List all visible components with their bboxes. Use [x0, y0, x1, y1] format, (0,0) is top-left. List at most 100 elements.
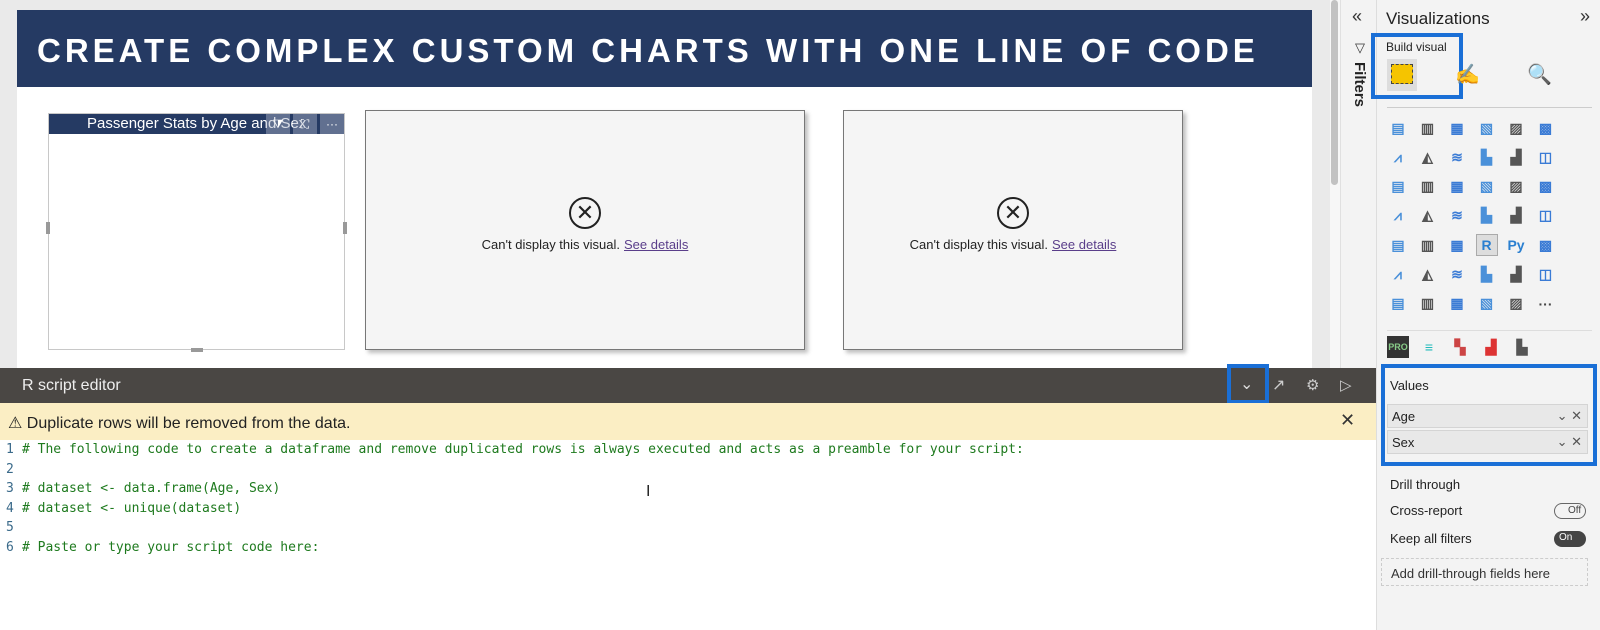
see-details-link[interactable]: See details	[624, 237, 688, 252]
resize-handle[interactable]	[343, 222, 347, 234]
arcgis-icon[interactable]: ▥	[1417, 293, 1439, 315]
r-visual-selected[interactable]: Passenger Stats by Age and Sex ⧩ ⛶ ···	[46, 113, 347, 352]
multi-row-card-icon[interactable]: ▟	[1505, 205, 1527, 227]
chevron-down-remove-icons[interactable]: ⌄ ✕	[1557, 434, 1582, 450]
close-warning-icon[interactable]: ✕	[1340, 410, 1355, 431]
kpi-icon[interactable]: ◫	[1535, 205, 1557, 227]
error-message: Can't display this visual.	[909, 237, 1048, 252]
table-icon[interactable]: ▥	[1417, 234, 1439, 256]
map-icon[interactable]: ▩	[1535, 176, 1557, 198]
code-text: # dataset <- data.frame(Age, Sex)	[22, 481, 281, 496]
error-visual-2: ✕ Can't display this visual. See details	[843, 110, 1183, 350]
line-number: 1	[6, 442, 14, 457]
line-icon[interactable]: ⩘	[1387, 146, 1409, 168]
cross-report-label: Cross-report	[1390, 503, 1463, 518]
code-text: # Paste or type your script code here:	[22, 539, 320, 555]
waterfall-icon[interactable]: ▤	[1387, 176, 1409, 198]
100-column-icon[interactable]: ▩	[1535, 117, 1557, 139]
format-visual-icon[interactable]: ✍	[1455, 62, 1480, 87]
custom-visual-icon[interactable]: ▚	[1449, 336, 1471, 358]
focus-mode-icon[interactable]: ⛶	[293, 114, 317, 134]
line-number: 6	[6, 539, 14, 555]
code-line[interactable]: 1 # The following code to create a datafr…	[0, 440, 1376, 460]
custom-visual-icon[interactable]: ▙	[1511, 336, 1533, 358]
stacked-bar-icon[interactable]: ▤	[1387, 117, 1409, 139]
see-details-link[interactable]: See details	[1052, 237, 1116, 252]
custom-visuals-row: PRO ≡ ▚ ▟ ▙	[1387, 336, 1533, 358]
treemap-icon[interactable]: ▨	[1505, 176, 1527, 198]
cross-report-toggle[interactable]: Off	[1554, 503, 1586, 519]
keep-filters-toggle[interactable]: On	[1554, 531, 1586, 547]
chevron-down-remove-icons[interactable]: ⌄ ✕	[1557, 408, 1582, 424]
code-line[interactable]: 6 # Paste or type your script code here:	[0, 538, 1376, 558]
field-age[interactable]: Age ⌄ ✕	[1387, 404, 1588, 428]
filters-label[interactable]: Filters	[1351, 62, 1368, 107]
goals-icon[interactable]: ▙	[1476, 263, 1498, 285]
analytics-icon[interactable]: 🔍	[1527, 62, 1552, 87]
python-visual-icon[interactable]: Py	[1505, 234, 1527, 256]
custom-visual-icon[interactable]: PRO	[1387, 336, 1409, 358]
power-apps-icon[interactable]: ◫	[1535, 263, 1557, 285]
editor-title: R script editor	[22, 377, 121, 394]
r-visual-icon[interactable]: R	[1475, 234, 1498, 257]
matrix-icon[interactable]: ▦	[1446, 234, 1468, 256]
more-options-icon[interactable]: ···	[320, 114, 344, 134]
run-script-icon[interactable]: ▷	[1340, 376, 1352, 394]
line-column-icon[interactable]: ▙	[1476, 146, 1498, 168]
decomposition-tree-icon[interactable]: ⩘	[1387, 263, 1409, 285]
gauge-icon[interactable]: ≋	[1446, 205, 1468, 227]
build-visual-tab[interactable]	[1387, 59, 1417, 91]
shape-map-icon[interactable]: ◭	[1417, 205, 1439, 227]
divider	[1387, 330, 1592, 331]
code-line[interactable]: 2	[0, 460, 1376, 480]
power-automate-icon[interactable]: ▤	[1387, 293, 1409, 315]
expand-icon[interactable]: »	[1580, 6, 1590, 27]
resize-handle[interactable]	[191, 348, 203, 352]
deneb-icon[interactable]: ▧	[1476, 293, 1498, 315]
script-code-area[interactable]: 1 # The following code to create a datafr…	[0, 440, 1376, 620]
collapse-chevron-icon[interactable]: ⌄	[1240, 374, 1253, 394]
custom-visual-icon[interactable]: ▟	[1480, 336, 1502, 358]
100-bar-icon[interactable]: ▨	[1505, 117, 1527, 139]
paginated-icon[interactable]: ▟	[1505, 263, 1527, 285]
clustered-column-icon[interactable]: ▧	[1476, 117, 1498, 139]
line-number: 5	[6, 520, 14, 535]
filter-icon[interactable]: ⧩	[266, 114, 290, 134]
qa-icon[interactable]: ◭	[1417, 263, 1439, 285]
scatter-icon[interactable]: ▦	[1446, 176, 1468, 198]
donut-icon[interactable]: ▧	[1476, 176, 1498, 198]
funnel-icon[interactable]: ▥	[1417, 176, 1439, 198]
ribbon-icon[interactable]: ◫	[1535, 146, 1557, 168]
settings-icon[interactable]: ⚙	[1306, 376, 1319, 394]
custom-visual-icon[interactable]: ≡	[1418, 336, 1440, 358]
line-number: 2	[6, 461, 14, 477]
error-visual-1: ✕ Can't display this visual. See details	[365, 110, 805, 350]
field-sex[interactable]: Sex ⌄ ✕	[1387, 430, 1588, 454]
fields-icon	[1391, 64, 1413, 84]
key-influencers-icon[interactable]: ▩	[1535, 234, 1557, 256]
scrollbar-thumb[interactable]	[1331, 0, 1338, 185]
code-line[interactable]: 4 # dataset <- unique(dataset)	[0, 499, 1376, 519]
field-name: Age	[1392, 409, 1416, 424]
collapse-icon[interactable]: «	[1352, 6, 1362, 27]
editor-header: R script editor	[0, 368, 1376, 403]
filled-map-icon[interactable]: ⩘	[1387, 205, 1409, 227]
clustered-bar-icon[interactable]: ▦	[1446, 117, 1468, 139]
card-icon[interactable]: ▙	[1476, 205, 1498, 227]
html-content-icon[interactable]: ▦	[1446, 293, 1468, 315]
smart-narrative-icon[interactable]: ≋	[1446, 263, 1468, 285]
error-icon: ✕	[997, 197, 1029, 229]
resize-handle[interactable]	[46, 222, 50, 234]
pop-out-icon[interactable]: ↗	[1272, 375, 1285, 395]
line-clustered-icon[interactable]: ▟	[1505, 146, 1527, 168]
stacked-column-icon[interactable]: ▥	[1417, 117, 1439, 139]
area-icon[interactable]: ◭	[1417, 146, 1439, 168]
code-line[interactable]: 5	[0, 518, 1376, 538]
code-line[interactable]: 3 # dataset <- data.frame(Age, Sex)	[0, 479, 1376, 499]
drill-through-drop-zone[interactable]: Add drill-through fields here	[1381, 558, 1588, 586]
stacked-area-icon[interactable]: ≋	[1446, 146, 1468, 168]
chart-visual-icon[interactable]: ▨	[1505, 293, 1527, 315]
pane-title: Visualizations	[1386, 9, 1490, 28]
slicer-icon[interactable]: ▤	[1387, 234, 1409, 256]
more-icon[interactable]: ···	[1535, 293, 1557, 315]
